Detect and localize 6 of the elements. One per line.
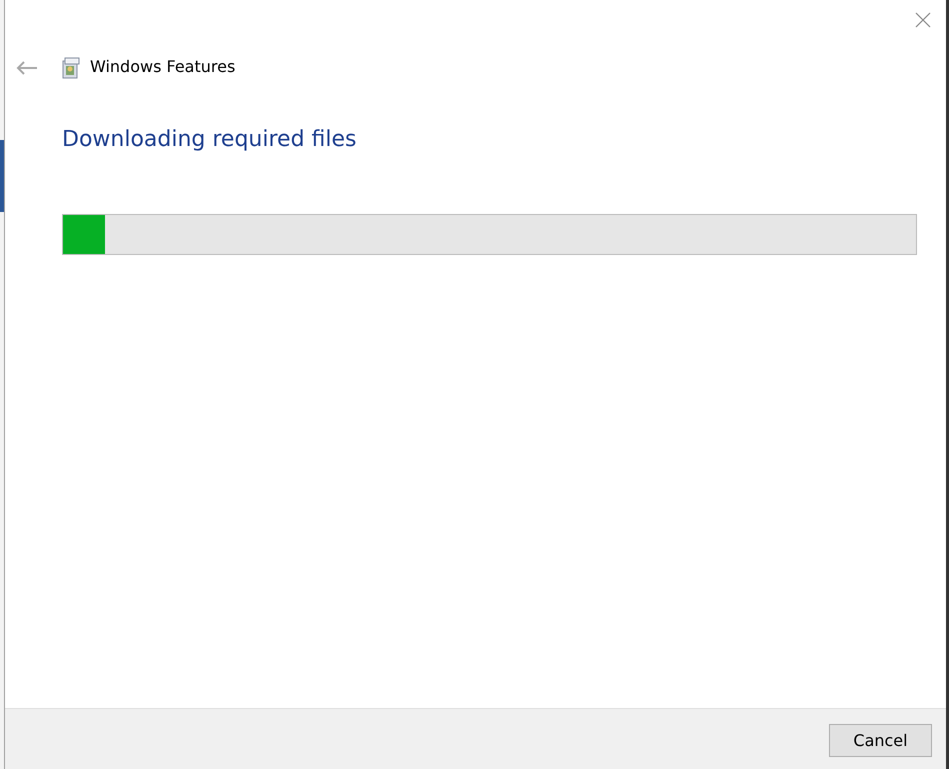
heading: Downloading required files: [62, 127, 358, 152]
back-button[interactable]: [16, 60, 40, 76]
app-icon: [61, 57, 81, 79]
close-button[interactable]: [915, 12, 931, 28]
window-title: Windows Features: [90, 57, 236, 76]
cancel-button[interactable]: Cancel: [829, 724, 932, 757]
